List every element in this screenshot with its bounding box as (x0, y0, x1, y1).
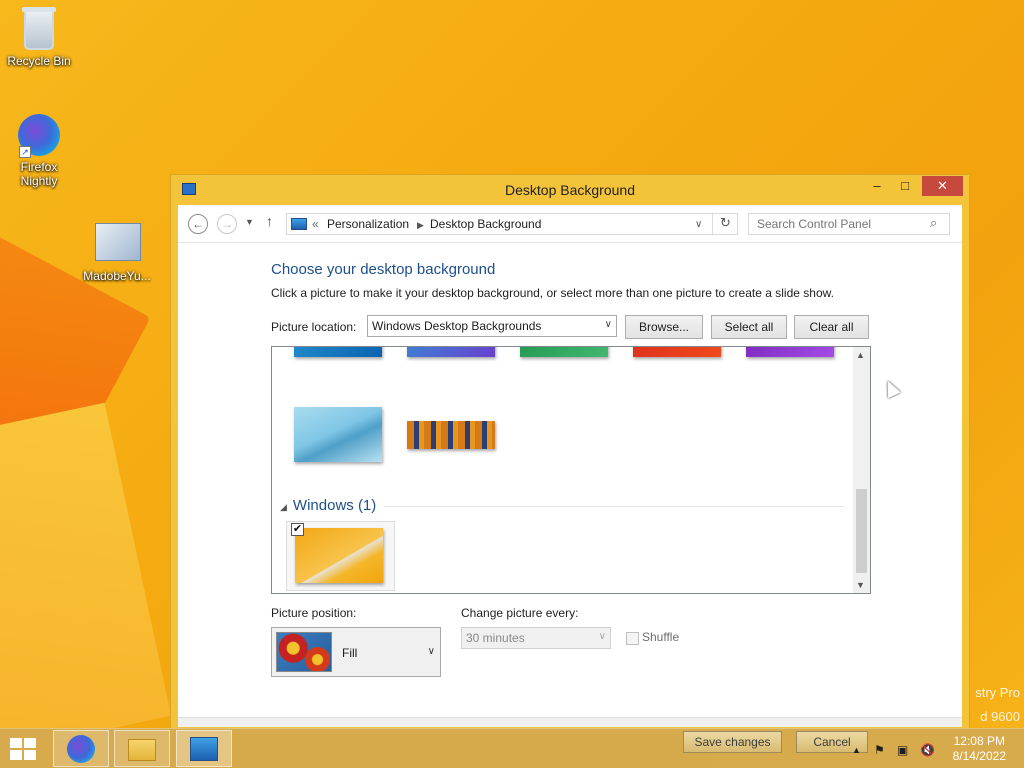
chevron-down-icon: ∨ (604, 319, 612, 330)
select-all-button[interactable]: Select all (711, 315, 787, 339)
close-button[interactable]: ✕ (922, 176, 963, 196)
wallpaper-thumbnail[interactable] (633, 347, 721, 357)
recent-pages-chevron-icon[interactable]: ▼ (245, 217, 254, 227)
up-arrow-icon[interactable]: ↑ (266, 213, 273, 229)
selected-wallpaper-tile[interactable]: ✔ (286, 521, 395, 591)
address-bar[interactable]: « Personalization ▶ Desktop Background ∨ (286, 213, 738, 235)
volume-muted-icon[interactable]: 🔇 (920, 743, 935, 757)
wallpaper-thumbnail[interactable] (520, 347, 608, 357)
page-subtitle: Click a picture to make it your desktop … (271, 286, 834, 300)
clear-all-button[interactable]: Clear all (794, 315, 869, 339)
desktop-background-window: Desktop Background – □ ✕ ← → ▼ ↑ « Perso… (170, 174, 970, 734)
wallpaper-thumbnail[interactable] (407, 421, 495, 449)
desktop-icon-firefox-nightly[interactable]: ↗ Firefox Nightly (0, 114, 78, 188)
wallpaper-thumbnail[interactable] (407, 347, 495, 357)
back-arrow-icon[interactable]: ← (188, 214, 208, 234)
watermark-line-1: stry Pro (975, 685, 1020, 700)
minimize-button[interactable]: – (863, 176, 891, 196)
control-panel-icon (190, 737, 218, 761)
window-footer (178, 717, 962, 727)
program-icon (95, 223, 141, 267)
gallery-scrollbar[interactable]: ▲ ▼ (853, 347, 870, 593)
firefox-nightly-icon: ↗ (17, 114, 61, 158)
breadcrumb-desktop-background[interactable]: Desktop Background (430, 217, 541, 231)
chevron-down-icon: ∨ (427, 646, 435, 657)
save-changes-button[interactable]: Save changes (683, 731, 782, 753)
desktop-icon-recycle-bin[interactable]: Recycle Bin (0, 7, 78, 68)
desktop-icon-label: MadobeYu... (83, 269, 151, 283)
page-title: Choose your desktop background (271, 261, 496, 278)
shortcut-arrow-icon: ↗ (19, 146, 31, 158)
picture-location-label: Picture location: (271, 320, 357, 334)
desktop-icon-label: Recycle Bin (7, 54, 71, 68)
watermark-line-2: d 9600 (980, 709, 1020, 724)
network-icon[interactable]: ▣ (897, 743, 908, 757)
shuffle-label: Shuffle (642, 630, 680, 644)
picture-position-value: Fill (342, 646, 358, 660)
wallpaper-thumbnail[interactable] (746, 347, 834, 357)
clock[interactable]: 12:08 PM 8/14/2022 (953, 734, 1006, 764)
window-title: Desktop Background (505, 182, 635, 198)
taskbar: Save changes Cancel ▲ ⚑ ▣ 🔇 12:08 PM 8/1… (0, 728, 1024, 768)
taskbar-file-explorer[interactable] (114, 730, 170, 767)
group-header-windows[interactable]: ◢ Windows (1) (280, 497, 376, 514)
wallpaper-thumbnail[interactable] (295, 528, 383, 583)
wallpaper-thumbnail[interactable] (294, 407, 382, 462)
taskbar-firefox-nightly[interactable] (53, 730, 109, 767)
show-hidden-icons-chevron-icon[interactable]: ▲ (852, 745, 861, 755)
navigation-bar: ← → ▼ ↑ « Personalization ▶ Desktop Back… (178, 205, 962, 243)
title-bar[interactable]: Desktop Background – □ ✕ (171, 175, 969, 205)
scroll-down-icon[interactable]: ▼ (856, 580, 865, 590)
group-divider (384, 506, 844, 507)
wallpaper-checkbox[interactable]: ✔ (291, 523, 304, 536)
breadcrumb-separator-icon: ▶ (417, 220, 424, 230)
picture-location-select[interactable]: Windows Desktop Backgrounds ∨ (367, 315, 617, 337)
change-picture-label: Change picture every: (461, 606, 579, 620)
scroll-thumb[interactable] (856, 489, 867, 573)
search-input[interactable] (748, 213, 950, 235)
change-picture-interval-select[interactable]: 30 minutes ∨ (461, 627, 611, 649)
address-dropdown-icon[interactable]: ∨ (695, 219, 702, 230)
desktop-icon-label: Firefox Nightly (20, 160, 58, 188)
change-picture-value: 30 minutes (466, 631, 525, 645)
position-preview-image (276, 632, 332, 672)
wallpaper-shape-2 (0, 402, 172, 758)
picture-position-select[interactable]: Fill ∨ (271, 627, 441, 677)
picture-gallery: ◢ Windows (1) ✔ ▲ ▼ (271, 346, 871, 594)
taskbar-control-panel[interactable] (176, 730, 232, 767)
clock-date: 8/14/2022 (952, 749, 1006, 763)
windows-logo-icon[interactable] (10, 738, 38, 762)
folder-icon (128, 739, 156, 761)
wallpaper-thumbnail[interactable] (294, 347, 382, 357)
group-label: Windows (1) (292, 497, 377, 514)
picture-position-label: Picture position: (271, 606, 357, 620)
control-panel-icon (291, 218, 307, 230)
action-center-flag-icon[interactable]: ⚑ (874, 743, 885, 757)
search-icon: ⌕ (930, 215, 938, 230)
recycle-bin-icon (17, 7, 61, 52)
firefox-nightly-icon (67, 735, 95, 763)
forward-arrow-icon[interactable]: → (217, 214, 237, 234)
breadcrumb-overflow[interactable]: « (312, 217, 319, 231)
desktop-icon-madobe[interactable]: MadobeYu... (78, 220, 156, 283)
window-client: ← → ▼ ↑ « Personalization ▶ Desktop Back… (178, 205, 962, 727)
refresh-icon[interactable]: ↻ (712, 213, 738, 235)
collapse-triangle-icon: ◢ (280, 502, 287, 512)
shuffle-checkbox[interactable] (626, 632, 639, 645)
picture-location-value: Windows Desktop Backgrounds (372, 319, 542, 333)
scroll-up-icon[interactable]: ▲ (856, 350, 865, 360)
clock-time: 12:08 PM (953, 734, 1005, 748)
chevron-down-icon: ∨ (598, 631, 606, 642)
breadcrumb-personalization[interactable]: Personalization (327, 217, 409, 231)
maximize-button[interactable]: □ (891, 176, 919, 196)
browse-button[interactable]: Browse... (625, 315, 703, 339)
